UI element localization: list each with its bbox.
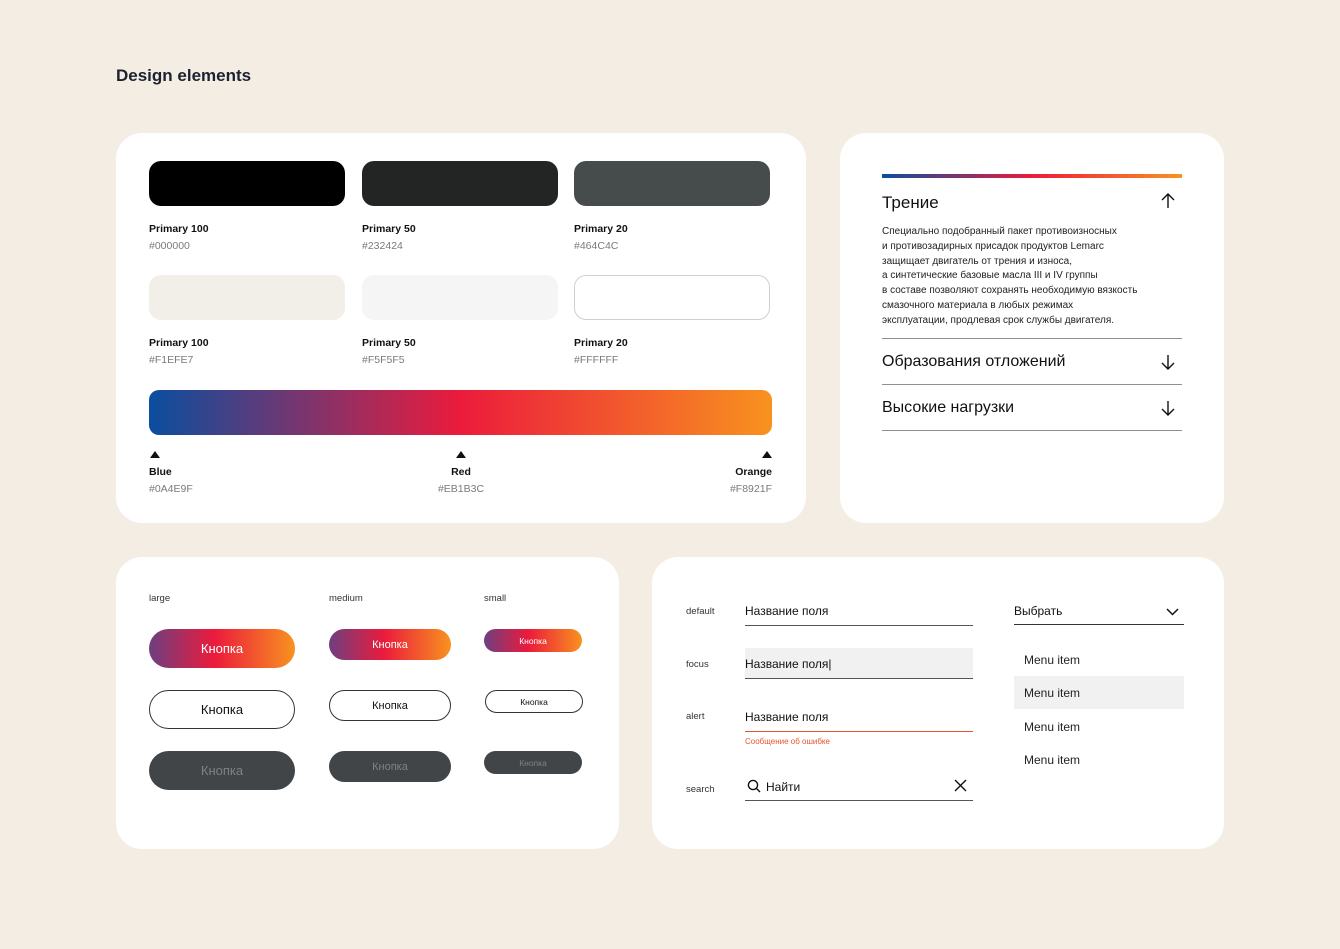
menu-item[interactable]: Menu item [1014,743,1184,776]
swatch-label: Primary 50 [362,223,416,235]
gradient-bar [149,390,772,435]
field-value: Название поля [745,604,829,618]
color-swatch [574,161,770,206]
stop-marker-icon [150,451,160,458]
state-label-default: default [686,606,715,617]
disabled-button-small[interactable]: Кнопка [484,751,582,774]
accordion-divider [882,430,1182,431]
swatch-hex: #464C4C [574,240,619,252]
swatch-hex: #F5F5F5 [362,354,405,366]
state-label-search: search [686,784,715,795]
accordion-text-line: смазочного материала в любых режимах [882,299,1074,311]
size-label-medium: medium [329,593,363,604]
swatch-hex: #000000 [149,240,190,252]
outline-button-small[interactable]: Кнопка [485,690,583,713]
state-label-alert: alert [686,711,705,722]
stop-hex: #EB1B3C [437,483,485,495]
stop-marker-icon [762,451,772,458]
state-label-focus: focus [686,659,709,670]
accordion-text-line: Специально подобранный пакет противоизно… [882,226,1117,237]
stop-name: Orange [735,466,772,478]
chevron-down-icon[interactable] [1166,607,1179,616]
search-icon [747,779,761,793]
accordion-divider [882,384,1182,385]
primary-button-small[interactable]: Кнопка [484,629,582,652]
accordion-gradient-line [882,174,1182,178]
stop-name: Red [451,466,471,478]
buttons-card: large medium small Кнопка Кнопка Кнопка … [116,557,619,849]
arrow-down-icon[interactable] [1159,353,1177,371]
swatch-label: Primary 100 [149,223,209,235]
color-swatch [149,161,345,206]
swatch-hex: #F1EFE7 [149,354,194,366]
search-value: Найти [766,780,801,794]
accordion-text-line: в составе позволяют сохранять необходиму… [882,285,1138,297]
size-label-large: large [149,593,171,604]
page-title: Design elements [116,66,252,85]
field-underline [745,678,973,679]
stop-hex: #F8921F [729,483,772,495]
accordion-divider [882,338,1182,339]
stop-marker-icon [456,451,466,458]
field-underline [745,625,973,626]
accordion-item-loads[interactable]: Высокие нагрузки [882,399,1014,417]
disabled-button-medium[interactable]: Кнопка [329,751,451,782]
field-value: Название поля| [745,657,832,671]
swatch-hex: #FFFFFF [574,354,619,366]
swatch-label: Primary 100 [149,337,209,349]
color-palette-card: Primary 100 #000000 Primary 50 #232424 Prima… [116,133,806,523]
swatch-label: Primary 50 [362,337,416,349]
accordion-open-title[interactable]: Трение [882,193,939,213]
field-underline [745,800,973,801]
accordion-item-deposits[interactable]: Образования отложений [882,353,1065,371]
outline-button-medium[interactable]: Кнопка [329,690,451,721]
stop-hex: #0A4E9F [149,483,193,495]
accordion-text-line: и противозадирных присадок продуктов Lem… [882,240,1104,252]
menu-item-highlighted[interactable]: Menu item [1014,676,1184,709]
inputs-card: default focus alert search Название поля… [652,557,1224,849]
select-underline [1014,624,1184,625]
accordion-card: Трение Специально подобранный пакет прот… [840,133,1224,523]
disabled-button-large[interactable]: Кнопка [149,751,295,790]
arrow-down-icon[interactable] [1159,399,1177,417]
color-swatch [574,275,770,320]
swatch-label: Primary 20 [574,223,628,235]
swatch-hex: #232424 [362,240,403,252]
outline-button-large[interactable]: Кнопка [149,690,295,729]
stop-name: Blue [149,466,172,478]
size-label-small: small [484,593,507,604]
color-swatch [149,275,345,320]
primary-button-medium[interactable]: Кнопка [329,629,451,660]
accordion-text-line: защищает двигатель от трения и износа, [882,255,1073,267]
color-swatch [362,161,558,206]
arrow-up-icon[interactable] [1159,192,1177,210]
accordion-open-text: Специально подобранный пакет противоизно… [882,225,1182,329]
close-icon[interactable] [954,779,967,792]
accordion-text-line: а синтетические базовые масла III и IV г… [882,270,1098,282]
select-value[interactable]: Выбрать [1014,604,1062,618]
swatch-label: Primary 20 [574,337,628,349]
error-message: Сообщение об ошибке [745,737,830,746]
menu-item[interactable]: Menu item [1014,710,1184,743]
menu-item[interactable]: Menu item [1014,643,1184,676]
accordion-text-line: эксплуатации, продлевая срок службы двиг… [882,314,1115,326]
color-swatch [362,275,558,320]
field-value: Название поля [745,710,829,724]
primary-button-large[interactable]: Кнопка [149,629,295,668]
field-underline-error [745,731,973,732]
